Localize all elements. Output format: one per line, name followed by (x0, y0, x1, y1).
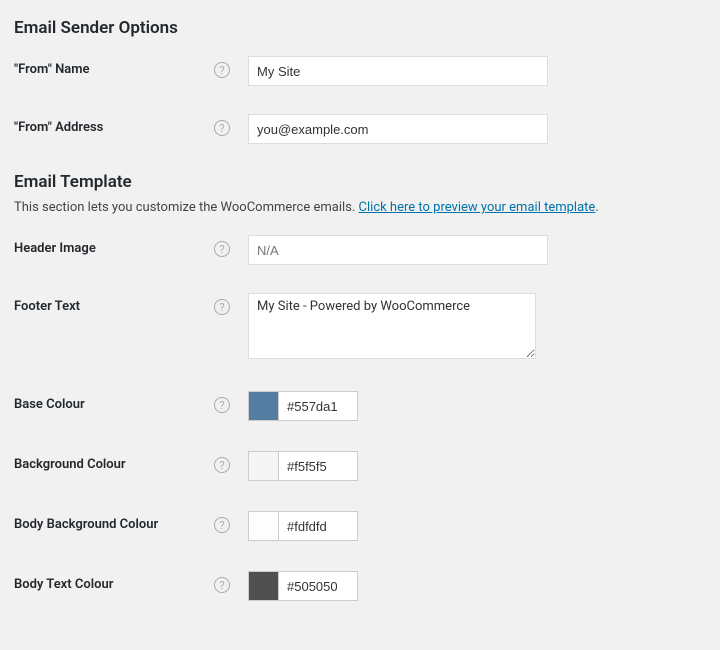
row-header-image: Header Image ? (14, 235, 706, 265)
section-title-template: Email Template (14, 172, 706, 192)
help-icon[interactable]: ? (214, 62, 230, 78)
template-description: This section lets you customize the WooC… (14, 200, 706, 215)
body-background-colour-swatch[interactable] (248, 511, 278, 541)
base-colour-input[interactable] (279, 393, 351, 419)
section-title-sender: Email Sender Options (14, 18, 706, 38)
help-icon[interactable]: ? (214, 517, 230, 533)
row-footer-text: Footer Text ? (14, 293, 706, 363)
label-footer-text: Footer Text (14, 293, 214, 314)
label-base-colour: Base Colour (14, 391, 214, 412)
body-text-colour-input[interactable] (279, 573, 351, 599)
template-desc-prefix: This section lets you customize the WooC… (14, 200, 359, 215)
help-icon[interactable]: ? (214, 397, 230, 413)
body-background-colour-input[interactable] (279, 513, 351, 539)
preview-template-link[interactable]: Click here to preview your email templat… (359, 200, 596, 215)
row-from-address: "From" Address ? (14, 114, 706, 144)
label-from-name: "From" Name (14, 56, 214, 77)
template-desc-suffix: . (595, 200, 598, 215)
footer-text-input[interactable] (248, 293, 536, 359)
row-from-name: "From" Name ? (14, 56, 706, 86)
body-text-colour-swatch[interactable] (248, 571, 278, 601)
help-icon[interactable]: ? (214, 577, 230, 593)
label-background-colour: Background Colour (14, 451, 214, 472)
from-address-input[interactable] (248, 114, 548, 144)
base-colour-swatch[interactable] (248, 391, 278, 421)
from-name-input[interactable] (248, 56, 548, 86)
help-icon[interactable]: ? (214, 457, 230, 473)
row-body-text-colour: Body Text Colour ? (14, 571, 706, 601)
label-from-address: "From" Address (14, 114, 214, 135)
label-body-background-colour: Body Background Colour (14, 511, 214, 532)
header-image-input[interactable] (248, 235, 548, 265)
label-header-image: Header Image (14, 235, 214, 256)
help-icon[interactable]: ? (214, 120, 230, 136)
row-background-colour: Background Colour ? (14, 451, 706, 481)
row-body-background-colour: Body Background Colour ? (14, 511, 706, 541)
label-body-text-colour: Body Text Colour (14, 571, 214, 592)
help-icon[interactable]: ? (214, 299, 230, 315)
background-colour-swatch[interactable] (248, 451, 278, 481)
row-base-colour: Base Colour ? (14, 391, 706, 421)
help-icon[interactable]: ? (214, 241, 230, 257)
background-colour-input[interactable] (279, 453, 351, 479)
